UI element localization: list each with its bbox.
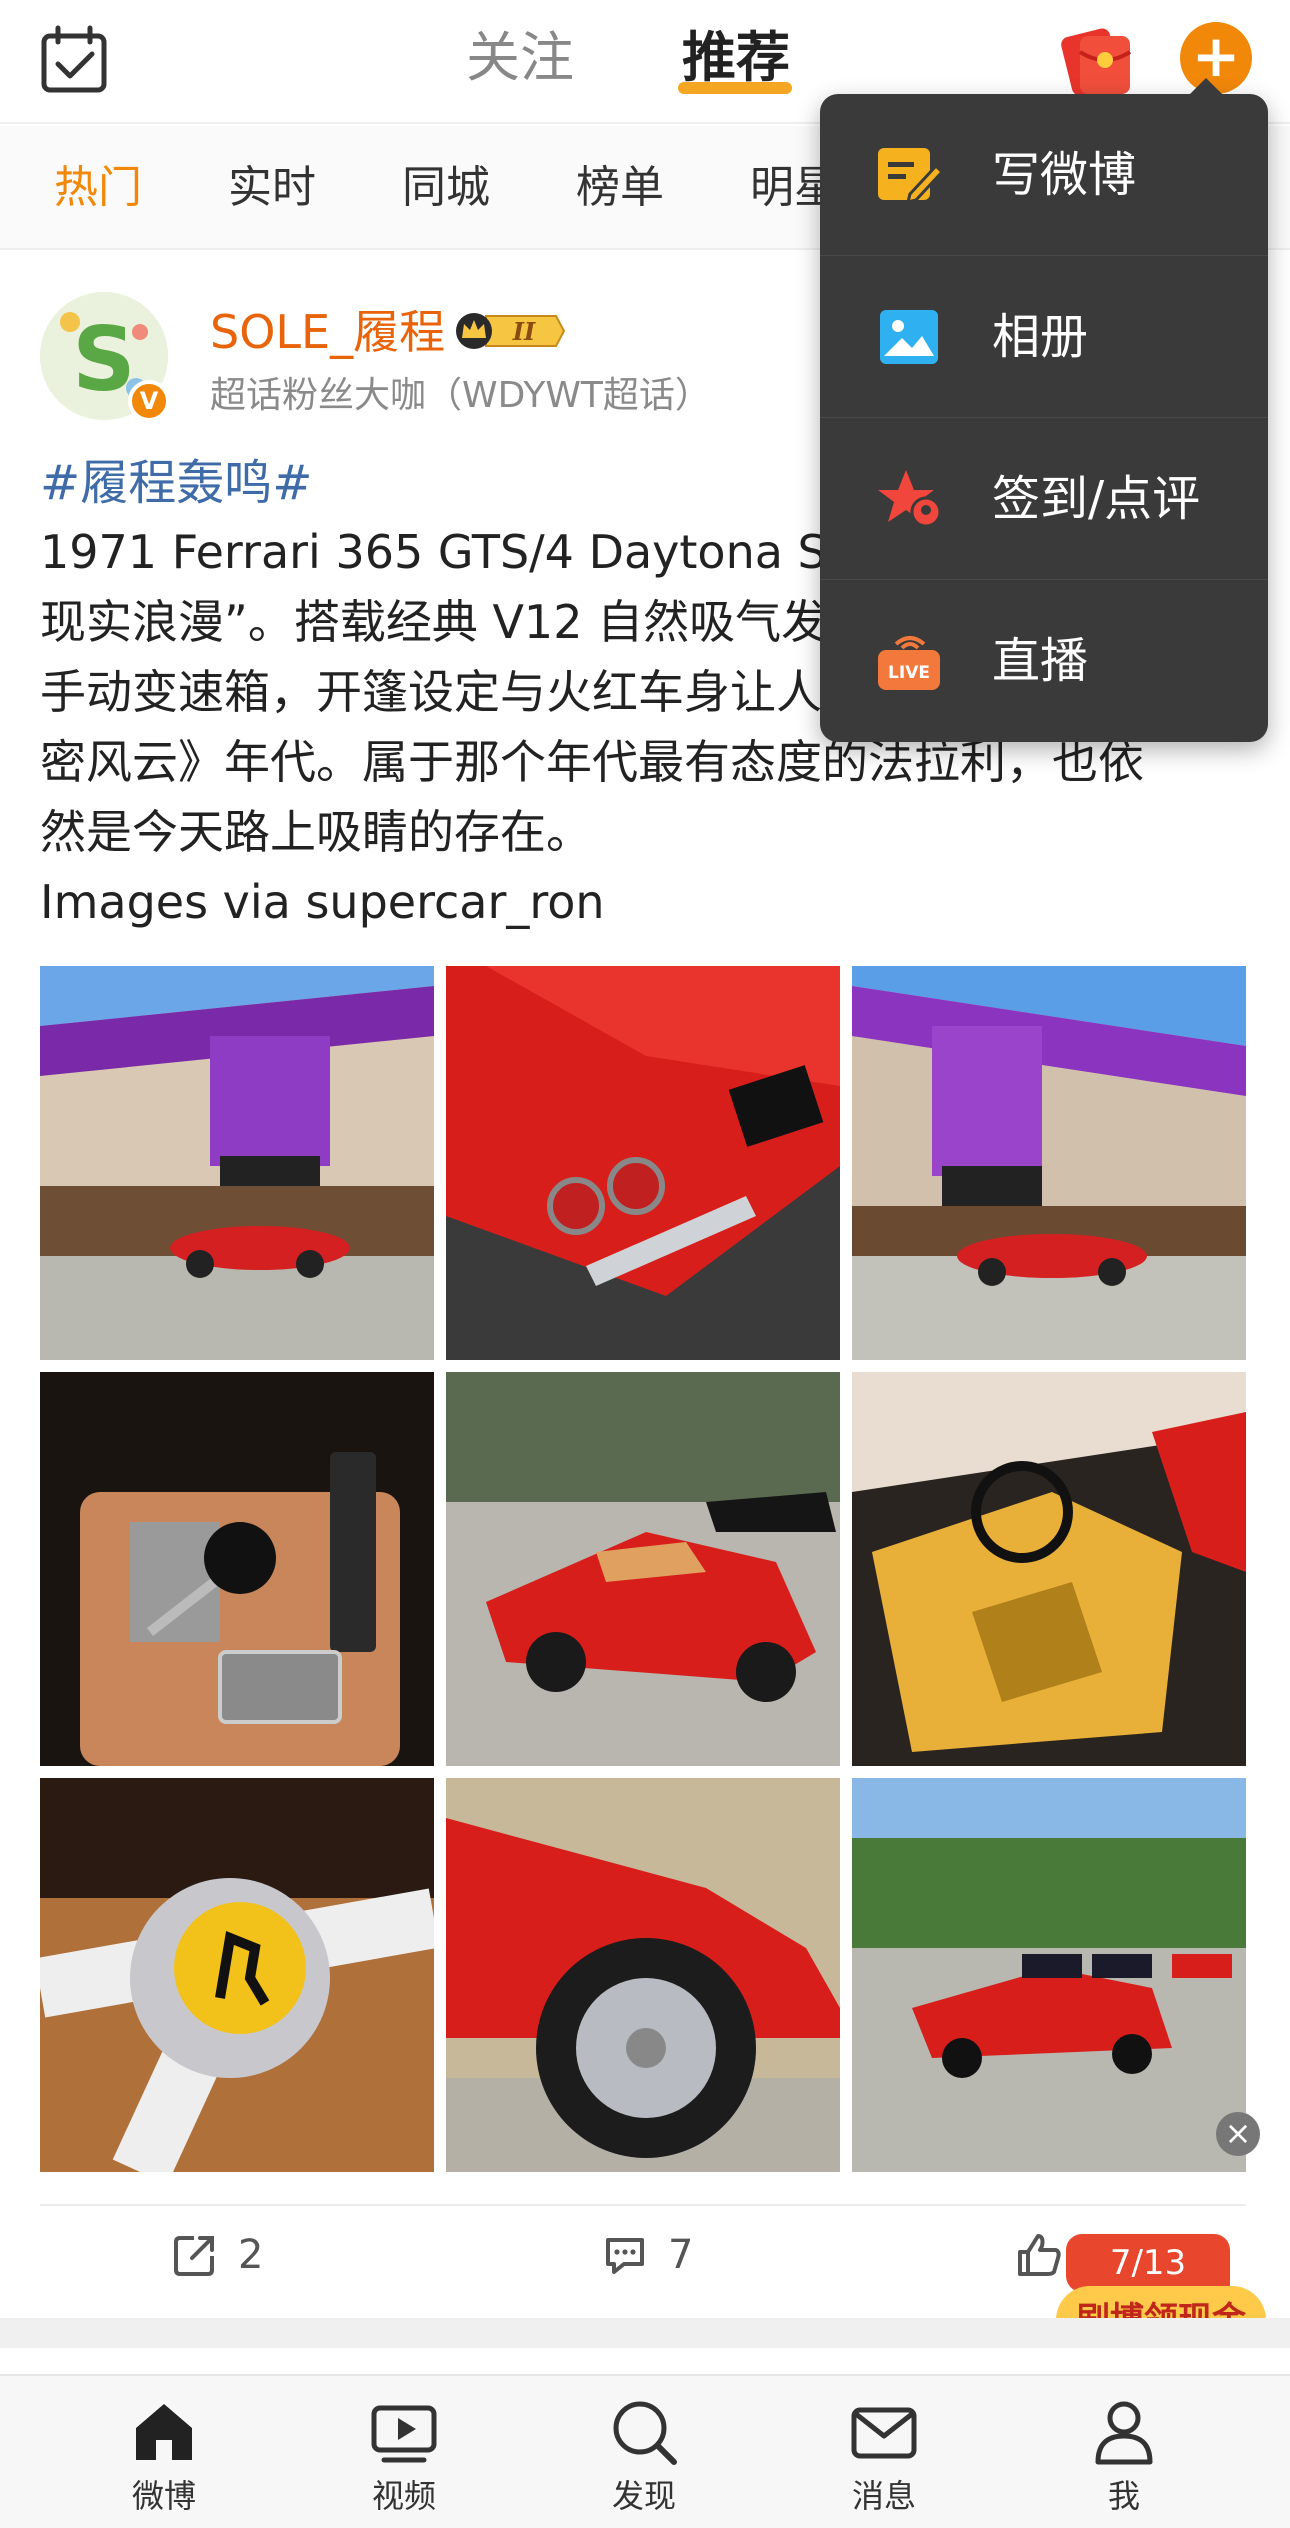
album-icon xyxy=(880,310,938,364)
verified-badge: V xyxy=(128,380,170,422)
nav-messages[interactable]: 消息 xyxy=(814,2396,954,2526)
nav-profile[interactable]: 我 xyxy=(1054,2396,1194,2526)
photo-thumbnail[interactable] xyxy=(852,1372,1246,1766)
bottom-nav: 微博 视频 发现 消息 我 xyxy=(0,2374,1290,2528)
photo-thumbnail[interactable] xyxy=(446,1372,840,1766)
publish-menu: 写微博 相册 签到/点评 LIVE 直播 xyxy=(820,78,1268,742)
nav-discover[interactable]: 发现 xyxy=(574,2396,714,2526)
svg-text:LIVE: LIVE xyxy=(888,663,930,683)
user-subtitle: 超话粉丝大咖（WDYWT超话） xyxy=(210,375,711,416)
photo-thumbnail[interactable] xyxy=(852,1778,1246,2172)
comment-button[interactable]: 7 xyxy=(602,2232,762,2292)
channel-local[interactable]: 同城 xyxy=(402,160,490,216)
comment-icon xyxy=(606,2238,644,2274)
tab-recommended[interactable]: 推荐 xyxy=(682,26,790,90)
close-icon[interactable]: × xyxy=(1216,2112,1260,2156)
compose-icon xyxy=(878,148,944,205)
menu-item-label: 相册 xyxy=(992,309,1089,365)
video-icon xyxy=(371,2405,437,2463)
username[interactable]: SOLE_履程 xyxy=(210,304,445,360)
nav-label: 微博 xyxy=(131,2477,196,2515)
repost-icon xyxy=(174,2236,214,2276)
svg-text:S: S xyxy=(72,308,135,411)
live-icon: LIVE xyxy=(878,636,940,690)
photo-thumbnail[interactable] xyxy=(40,1372,434,1766)
weibo-feed-screen: 关注 推荐 + 热门 实时 同城 榜单 明星 S V SOLE_履程 II 超话… xyxy=(0,0,1290,2528)
photo-thumbnail[interactable] xyxy=(40,1778,434,2172)
repost-button[interactable]: 2 xyxy=(172,2232,332,2292)
feed-separator xyxy=(0,2318,1290,2348)
menu-item-album[interactable]: 相册 xyxy=(820,256,1268,418)
menu-item-live[interactable]: LIVE 直播 xyxy=(820,580,1268,742)
profile-icon xyxy=(1095,2401,1153,2465)
home-icon xyxy=(136,2404,192,2460)
mail-icon xyxy=(851,2407,917,2459)
menu-item-compose[interactable]: 写微博 xyxy=(820,94,1268,256)
photo-thumbnail[interactable] xyxy=(852,966,1246,1360)
channel-rankings[interactable]: 榜单 xyxy=(576,160,664,216)
calendar-check-icon[interactable] xyxy=(38,24,110,96)
nav-label: 视频 xyxy=(371,2477,436,2515)
post-text-line: 然是今天路上吸睛的存在。 xyxy=(40,805,592,859)
thumbs-up-icon xyxy=(1018,2234,1061,2276)
nav-label: 我 xyxy=(1107,2477,1140,2515)
tab-following[interactable]: 关注 xyxy=(466,26,574,90)
nav-video[interactable]: 视频 xyxy=(334,2396,474,2526)
level-text: II xyxy=(512,317,536,346)
comment-count: 7 xyxy=(668,2232,694,2278)
nav-label: 消息 xyxy=(851,2477,916,2515)
photo-thumbnail[interactable] xyxy=(40,966,434,1360)
channel-hot[interactable]: 热门 xyxy=(54,160,142,216)
divider xyxy=(40,2204,1246,2206)
channel-realtime[interactable]: 实时 xyxy=(228,160,316,216)
active-tab-indicator xyxy=(678,82,792,94)
menu-item-label: 签到/点评 xyxy=(992,471,1201,527)
red-envelope-icon[interactable] xyxy=(1058,22,1136,98)
photo-thumbnail[interactable] xyxy=(446,966,840,1360)
repost-count: 2 xyxy=(238,2232,264,2278)
menu-item-label: 写微博 xyxy=(992,147,1137,203)
menu-item-label: 直播 xyxy=(992,633,1089,689)
nav-label: 发现 xyxy=(611,2477,676,2515)
hashtag-link[interactable]: #履程轰鸣# xyxy=(40,452,312,514)
nav-home[interactable]: 微博 xyxy=(94,2396,234,2526)
photo-thumbnail[interactable] xyxy=(446,1778,840,2172)
post-text-line: Images via supercar_ron xyxy=(40,875,605,929)
checkin-icon xyxy=(878,470,942,528)
search-icon xyxy=(613,2401,677,2465)
menu-item-checkin[interactable]: 签到/点评 xyxy=(820,418,1268,580)
crown-level-badge-icon: II xyxy=(456,313,566,349)
photo-grid xyxy=(40,966,1246,2172)
promo-progress[interactable]: 7/13 xyxy=(1066,2234,1230,2292)
